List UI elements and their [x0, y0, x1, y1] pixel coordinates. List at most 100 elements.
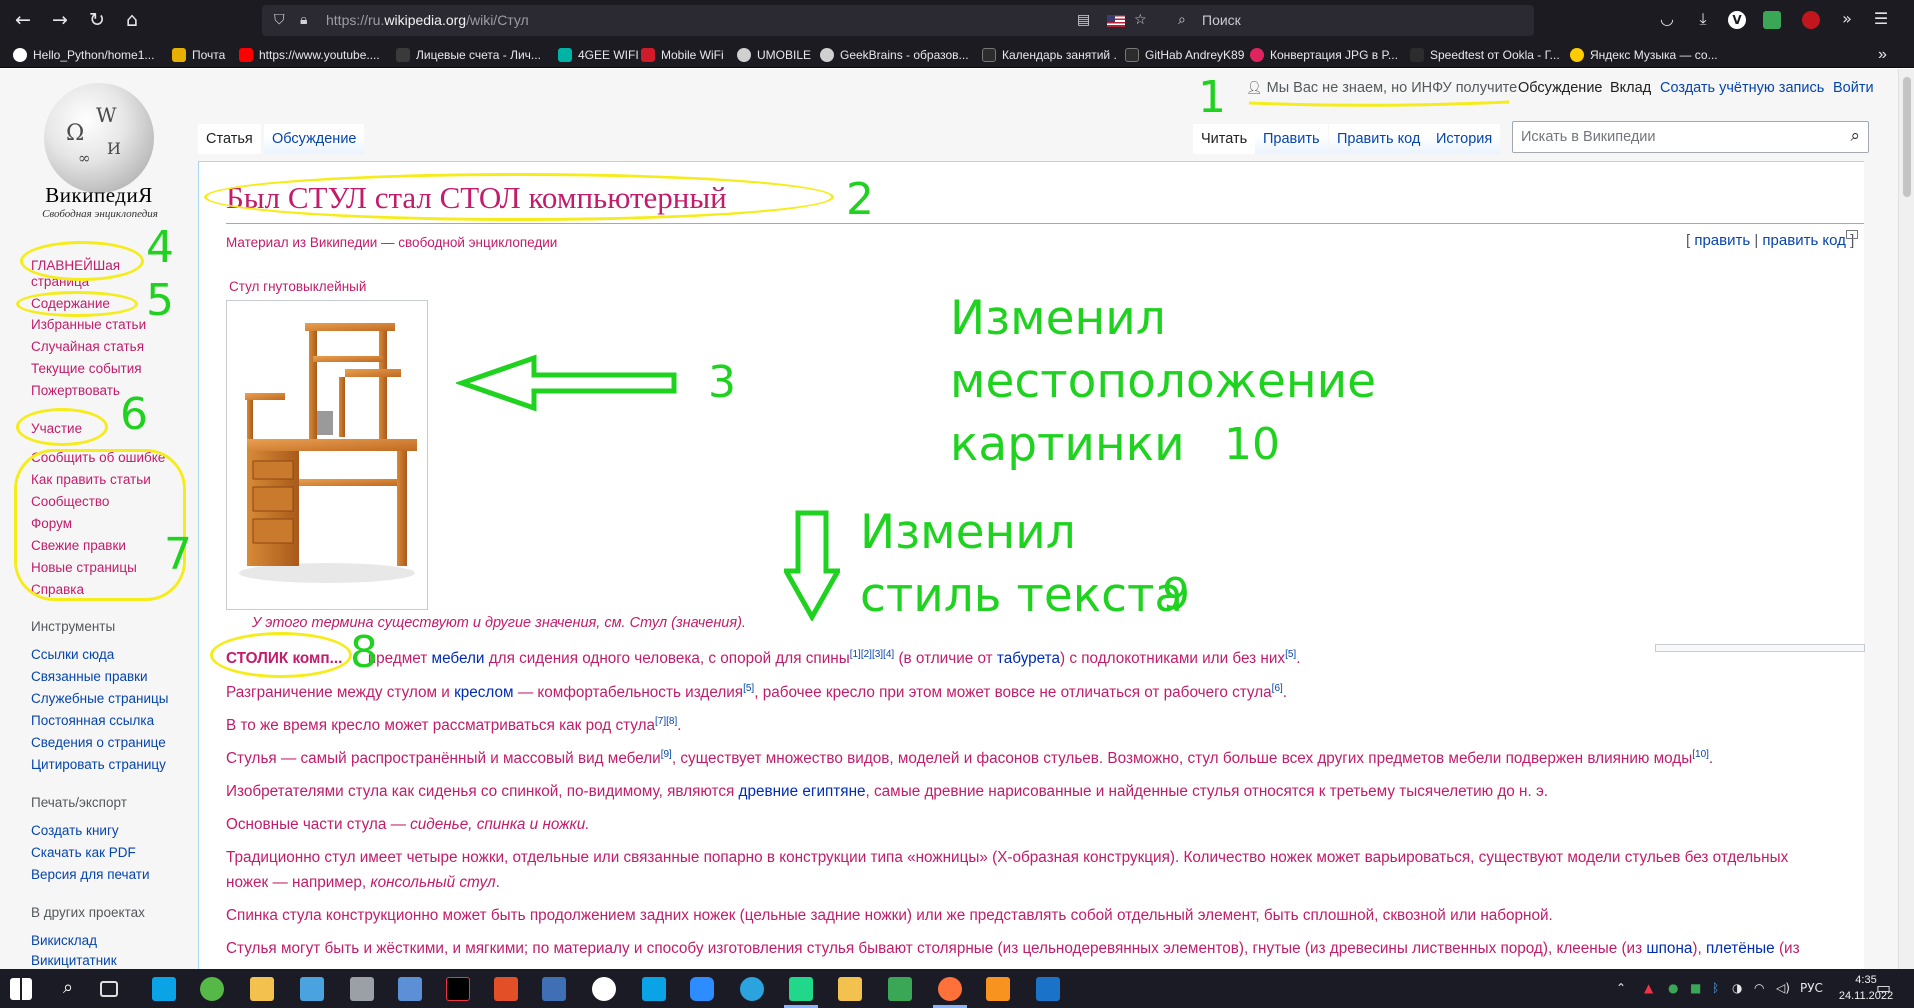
tab-talk[interactable]: Обсуждение: [264, 124, 365, 154]
stool-link[interactable]: табурета: [997, 650, 1060, 667]
menu-icon[interactable]: ☰: [1870, 9, 1892, 31]
extension-icon[interactable]: [1763, 11, 1781, 29]
tray-icon[interactable]: ◑: [1732, 981, 1742, 995]
tray-icon[interactable]: ▲: [1644, 981, 1653, 995]
wifi-icon[interactable]: ◠: [1754, 981, 1764, 995]
egyptians-link[interactable]: древние египтяне: [739, 783, 866, 800]
vpn-extension-icon[interactable]: V: [1728, 11, 1746, 29]
pycharm-icon[interactable]: [789, 977, 813, 1001]
app-icon[interactable]: [838, 977, 862, 1001]
sidebar-commons[interactable]: Викисклад: [31, 933, 97, 948]
sidebar-special-pages[interactable]: Служебные страницы: [31, 691, 168, 706]
sidebar-current-events[interactable]: Текущие события: [31, 361, 142, 376]
bookmark-item[interactable]: Почта: [172, 46, 225, 64]
file-explorer-icon[interactable]: [250, 977, 274, 1001]
sidebar-permanent-link[interactable]: Постоянная ссылка: [31, 713, 154, 728]
task-view-icon[interactable]: [100, 981, 118, 997]
search-icon[interactable]: ⌕: [56, 977, 80, 1001]
edit-link[interactable]: править: [1694, 232, 1750, 249]
personal-contributions-link[interactable]: Вклад: [1610, 80, 1651, 96]
bookmark-item[interactable]: GitHab AndreyK89: [1125, 46, 1244, 64]
bookmark-item[interactable]: https://www.youtube....: [239, 46, 380, 64]
volume-icon[interactable]: ◁): [1776, 981, 1790, 995]
sidebar-download-pdf[interactable]: Скачать как PDF: [31, 845, 136, 860]
zoom-icon[interactable]: [690, 977, 714, 1001]
browser-search-bar[interactable]: ⌕ Поиск: [1168, 5, 1534, 36]
app-icon[interactable]: [494, 977, 518, 1001]
create-account-link[interactable]: Создать учётную запись: [1660, 80, 1824, 96]
furniture-link[interactable]: мебели: [432, 650, 485, 667]
app-icon[interactable]: [300, 977, 324, 1001]
armchair-link[interactable]: креслом: [454, 684, 513, 701]
tray-icon[interactable]: ■: [1690, 981, 1701, 995]
download-icon[interactable]: ⤓: [1692, 9, 1714, 31]
edit-code-link[interactable]: править код: [1762, 232, 1846, 249]
sidebar-page-info[interactable]: Сведения о странице: [31, 735, 166, 750]
tray-icon[interactable]: ●: [1668, 981, 1678, 995]
yandex-browser-icon[interactable]: [592, 977, 616, 1001]
tab-article[interactable]: Статья: [198, 124, 261, 154]
bookmark-item[interactable]: 4GEE WIFI: [558, 46, 639, 64]
bookmark-item[interactable]: GeekBrains - образов...: [820, 46, 969, 64]
url-bar[interactable]: ⛉ 🔒︎ https://ru.wikipedia.org/wiki/Стул …: [262, 5, 1262, 36]
app-icon[interactable]: [986, 977, 1010, 1001]
bluetooth-icon[interactable]: ᛒ: [1712, 981, 1719, 995]
sidebar-featured[interactable]: Избранные статьи: [31, 317, 146, 332]
lock-icon[interactable]: 🔒︎: [300, 12, 307, 28]
bookmark-item[interactable]: Hello_Python/home1...: [13, 46, 154, 64]
tab-edit[interactable]: Править: [1255, 124, 1328, 154]
wikipedia-logo-icon[interactable]: Ω W И ∞: [44, 83, 154, 193]
sidebar-projects-heading[interactable]: В других проектах: [31, 905, 145, 920]
sidebar-print-heading[interactable]: Печать/экспорт: [31, 795, 127, 810]
personal-notice[interactable]: 👤︎ Мы Вас не знаем, но ИНФУ получите: [1246, 80, 1517, 96]
language-indicator[interactable]: РУС: [1800, 981, 1823, 995]
bookmark-item[interactable]: Mobile WiFi: [641, 46, 724, 64]
overflow-chevron-icon[interactable]: »: [1836, 9, 1858, 31]
bookmark-item[interactable]: Лицевые счета - Лич...: [396, 46, 541, 64]
app-icon[interactable]: [200, 977, 224, 1001]
tab-read[interactable]: Читать: [1193, 124, 1256, 154]
tab-history[interactable]: История: [1428, 124, 1501, 154]
collapse-icon[interactable]: [1846, 230, 1858, 239]
reader-view-icon[interactable]: ▤: [1077, 12, 1090, 28]
login-link[interactable]: Войти: [1833, 80, 1874, 96]
search-icon[interactable]: ⌕: [1850, 126, 1860, 146]
app-icon[interactable]: [350, 977, 374, 1001]
bookmark-star-icon[interactable]: ☆: [1134, 12, 1147, 28]
app-icon[interactable]: [888, 977, 912, 1001]
sidebar-wikiquote[interactable]: Викицитатник: [31, 953, 117, 968]
home-icon[interactable]: ⌂: [120, 8, 144, 32]
article-image[interactable]: [226, 300, 428, 610]
scroll-thumb[interactable]: [1903, 77, 1911, 197]
tray-chevron-icon[interactable]: ⌃: [1616, 981, 1626, 995]
app-icon[interactable]: [152, 977, 176, 1001]
sidebar-tools-heading[interactable]: Инструменты: [31, 619, 115, 634]
page-scrollbar[interactable]: [1898, 69, 1914, 969]
ublock-icon[interactable]: [1802, 11, 1820, 29]
us-flag-icon[interactable]: [1107, 15, 1125, 27]
tab-edit-source[interactable]: Править код: [1329, 124, 1429, 154]
firefox-icon[interactable]: [938, 977, 962, 1001]
bookmark-item[interactable]: Яндекс Музыка — со...: [1570, 46, 1718, 64]
bookmark-item[interactable]: Speedtest от Ookla - Г...: [1410, 46, 1560, 64]
wiki-search-input[interactable]: Искать в Википедии ⌕: [1512, 121, 1869, 153]
bookmarks-overflow-icon[interactable]: »: [1878, 46, 1887, 64]
bookmark-item[interactable]: Календарь занятий .: [982, 46, 1117, 64]
reload-icon[interactable]: ↻: [85, 8, 109, 32]
sidebar-donate[interactable]: Пожертвовать: [31, 383, 120, 398]
app-icon[interactable]: [542, 977, 566, 1001]
sidebar-related-changes[interactable]: Связанные правки: [31, 669, 148, 684]
shield-icon[interactable]: ⛉: [274, 12, 285, 28]
calculator-icon[interactable]: [398, 977, 422, 1001]
telegram-icon[interactable]: [740, 977, 764, 1001]
wikipedia-wordmark[interactable]: ВикипедиЯ: [34, 183, 164, 208]
sidebar-print-version[interactable]: Версия для печати: [31, 867, 150, 882]
forward-icon[interactable]: →: [48, 8, 72, 32]
pocket-icon[interactable]: ◡: [1656, 9, 1678, 31]
notifications-icon[interactable]: ▭: [1876, 978, 1891, 997]
wicker-link[interactable]: плетёные: [1706, 940, 1775, 957]
personal-talk-link[interactable]: Обсуждение: [1518, 80, 1602, 96]
sidebar-cite-page[interactable]: Цитировать страницу: [31, 757, 166, 772]
app-icon[interactable]: [642, 977, 666, 1001]
url-text[interactable]: https://ru.wikipedia.org/wiki/Стул: [326, 12, 529, 28]
